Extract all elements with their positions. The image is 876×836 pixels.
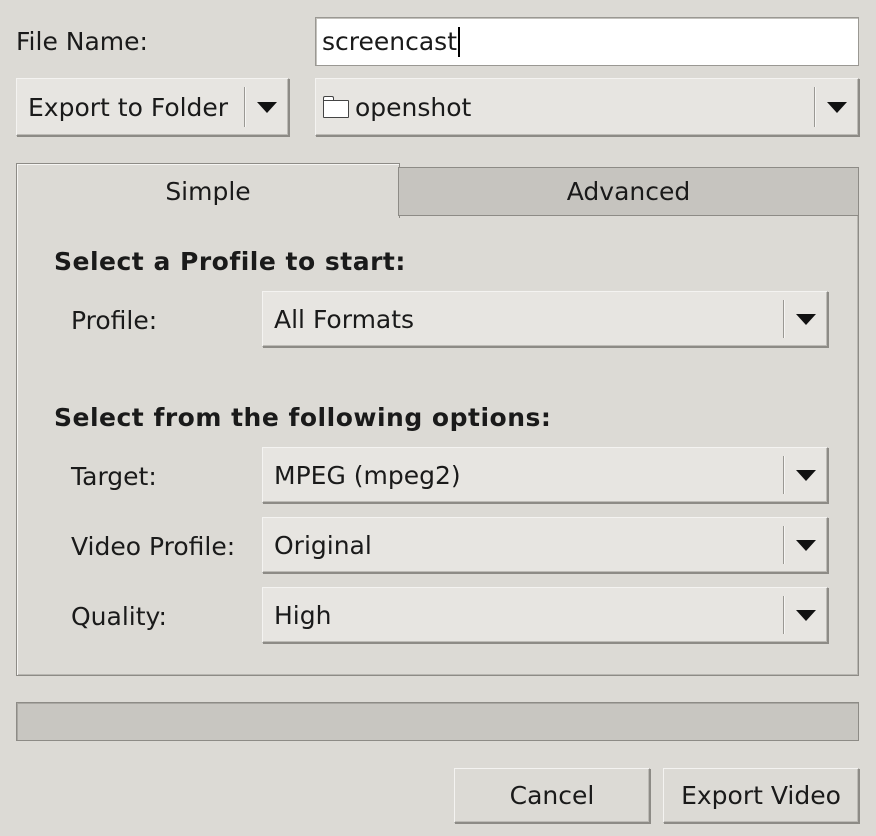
chevron-down-icon	[785, 313, 827, 325]
profile-combo[interactable]: All Formats	[262, 291, 828, 347]
tab-advanced-label: Advanced	[566, 177, 691, 206]
file-name-label: File Name:	[16, 27, 148, 56]
video-profile-value: Original	[274, 530, 372, 560]
export-mode-combo[interactable]: Export to Folder	[16, 78, 289, 136]
profile-label: Profile:	[71, 306, 158, 335]
folder-combo[interactable]: openshot	[315, 78, 859, 136]
target-label: Target:	[71, 462, 157, 491]
chevron-down-icon	[785, 539, 827, 551]
cancel-button-label: Cancel	[509, 781, 595, 810]
text-cursor	[458, 26, 460, 57]
file-name-value: screencast	[322, 27, 457, 56]
cancel-button[interactable]: Cancel	[454, 768, 650, 823]
export-video-button-label: Export Video	[681, 781, 841, 810]
video-profile-combo[interactable]: Original	[262, 517, 828, 573]
profile-heading: Select a Profile to start:	[54, 247, 406, 276]
profile-value: All Formats	[274, 304, 415, 334]
target-combo[interactable]: MPEG (mpeg2)	[262, 447, 828, 503]
chevron-down-icon	[246, 101, 288, 113]
export-progress-bar	[16, 702, 859, 741]
target-value: MPEG (mpeg2)	[274, 460, 461, 490]
folder-value: openshot	[355, 92, 472, 122]
quality-value: High	[274, 600, 332, 630]
folder-icon	[323, 96, 349, 118]
tab-simple-label: Simple	[165, 176, 251, 206]
video-profile-label: Video Profile:	[71, 532, 236, 561]
chevron-down-icon	[785, 469, 827, 481]
export-mode-value: Export to Folder	[28, 92, 229, 122]
chevron-down-icon	[816, 101, 858, 113]
chevron-down-icon	[785, 609, 827, 621]
quality-combo[interactable]: High	[262, 587, 828, 643]
export-video-button[interactable]: Export Video	[663, 768, 859, 823]
file-name-input[interactable]: screencast	[315, 17, 859, 66]
quality-label: Quality:	[71, 602, 167, 631]
tab-simple[interactable]: Simple	[16, 163, 400, 218]
tab-advanced[interactable]: Advanced	[398, 167, 859, 216]
options-heading: Select from the following options:	[54, 403, 552, 432]
